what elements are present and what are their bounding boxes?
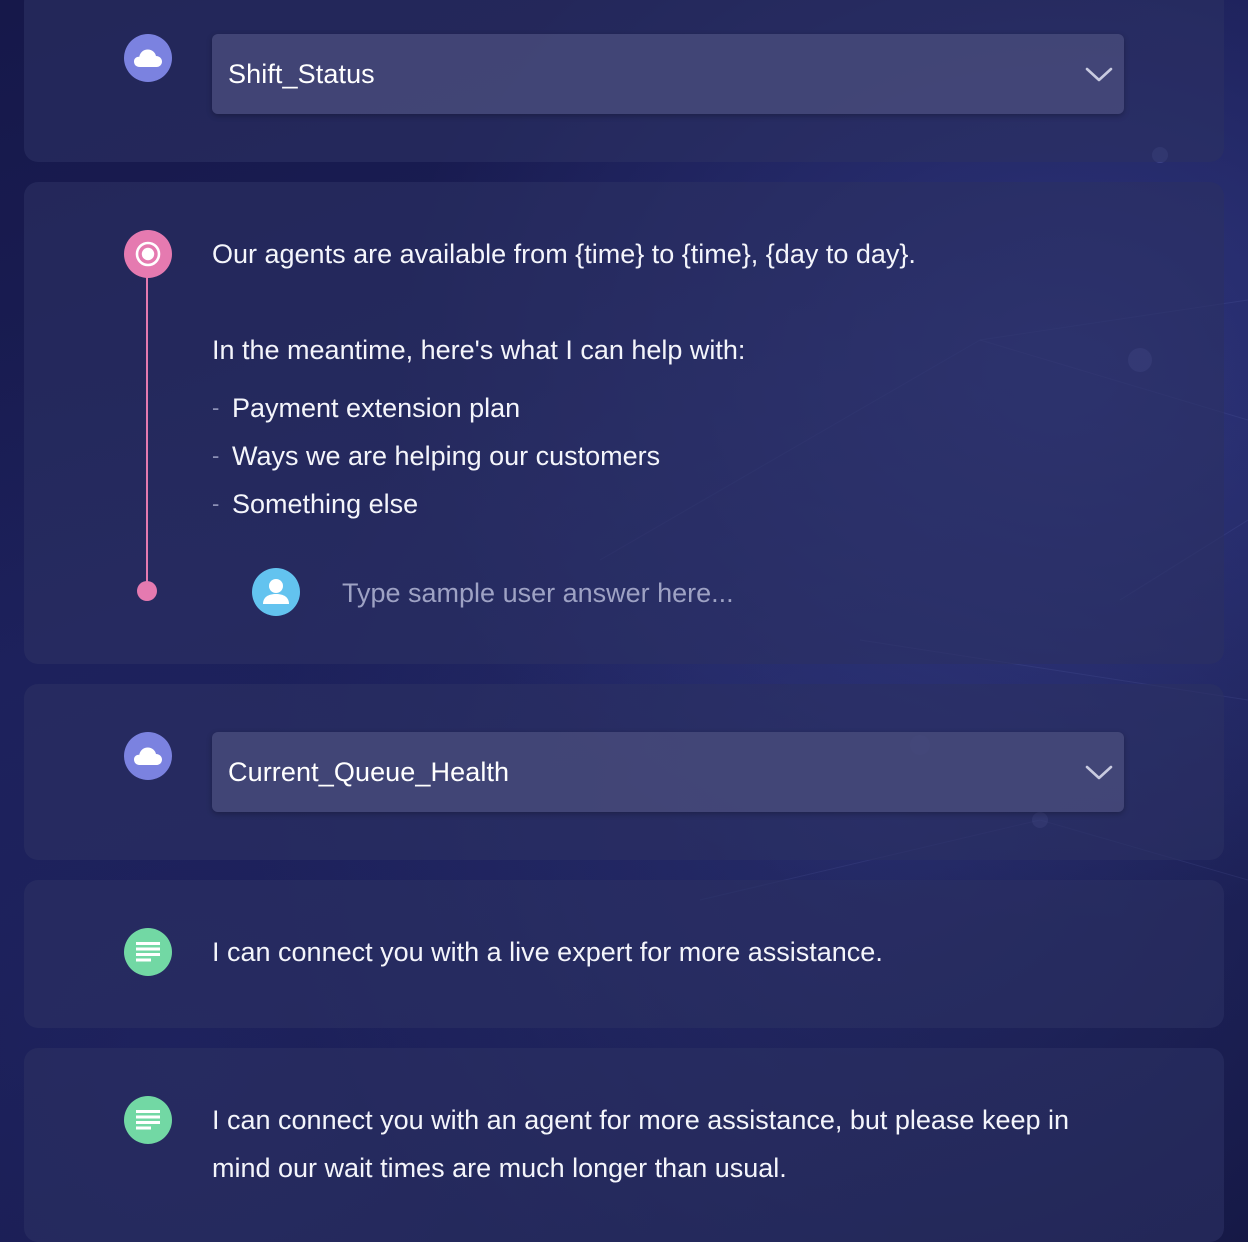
question-line-help: In the meantime, here's what I can help …	[212, 335, 746, 365]
message-text-line-2: mind our wait times are much longer than…	[212, 1153, 787, 1183]
cloud-icon	[124, 34, 172, 82]
api-select-shift-status[interactable]: Shift_Status	[212, 34, 1124, 114]
list-item: - Something else	[212, 489, 419, 519]
option-list: - Payment extension plan - Ways we are hel…	[212, 384, 660, 528]
api-select-queue-health[interactable]: Current_Queue_Health	[212, 732, 1124, 812]
list-item: - Payment extension plan	[212, 393, 521, 423]
flow-node-live-expert-message: I can connect you with a live expert for…	[24, 880, 1224, 1028]
cloud-icon	[124, 732, 172, 780]
timeline-end-dot	[137, 581, 157, 601]
chevron-down-icon	[1085, 67, 1113, 82]
question-line-availability: Our agents are available from {time} to …	[212, 239, 916, 269]
list-item: - Ways we are helping our customers	[212, 441, 661, 471]
flow-node-queue-health: Current_Queue_Health	[24, 684, 1224, 860]
timeline-connector	[146, 254, 148, 590]
text-lines-icon	[124, 928, 172, 976]
message-text: I can connect you with a live expert for…	[212, 937, 883, 967]
message-text-line-1: I can connect you with an agent for more…	[212, 1105, 1070, 1135]
select-value: Current_Queue_Health	[228, 756, 510, 787]
text-lines-icon	[124, 1096, 172, 1144]
select-value: Shift_Status	[228, 58, 375, 89]
target-icon	[124, 230, 172, 278]
flow-node-availability-question: Our agents are available from {time} to …	[24, 182, 1224, 664]
user-icon	[252, 568, 300, 616]
chevron-down-icon	[1085, 765, 1113, 780]
flow-node-shift-status: Shift_Status	[24, 0, 1224, 162]
flow-node-wait-time-message: I can connect you with an agent for more…	[24, 1048, 1224, 1242]
sample-answer-input[interactable]	[340, 568, 1044, 618]
